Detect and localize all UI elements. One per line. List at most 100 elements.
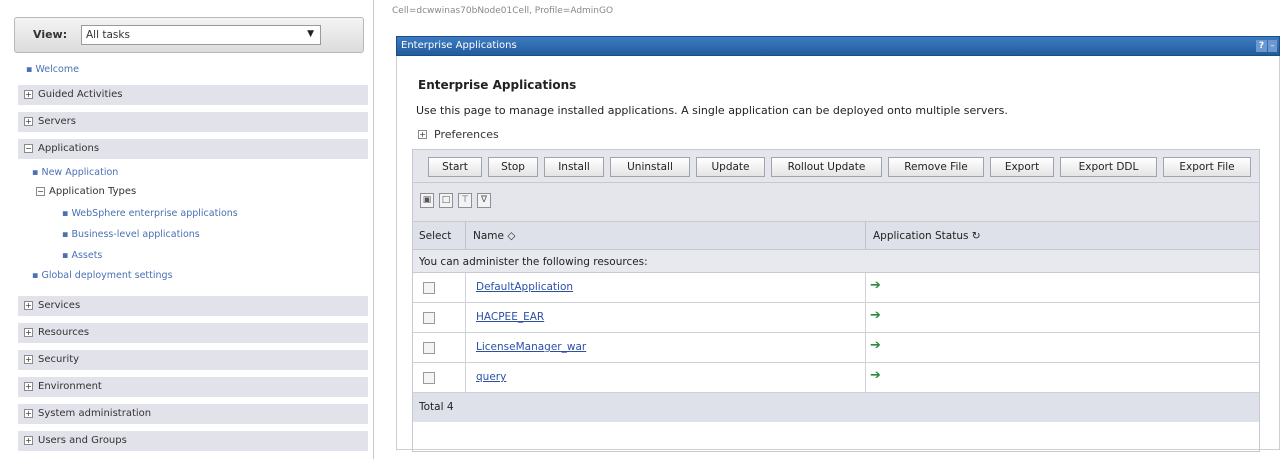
row-select-checkbox[interactable] (423, 372, 435, 384)
started-status-icon: ➔ (870, 368, 881, 383)
column-separator (465, 273, 466, 303)
nav-section-guided-activities[interactable]: + Guided Activities (18, 85, 368, 105)
nav-section-label: Resources (38, 327, 90, 338)
nav-link-welcome[interactable]: ▪ Welcome (26, 64, 79, 75)
page-title: Enterprise Applications (418, 78, 577, 92)
minimize-icon[interactable]: – (1268, 40, 1277, 52)
application-name-link[interactable]: LicenseManager_war (476, 341, 586, 353)
rollout-update-button[interactable]: Rollout Update (771, 157, 882, 177)
nav-link-welcome-label: Welcome (35, 64, 79, 75)
nav-link-global-deployment-settings[interactable]: ▪ Global deployment settings (32, 270, 173, 281)
column-separator (865, 222, 866, 250)
nav-section-system-administration[interactable]: + System administration (18, 404, 368, 424)
nav-link-label: WebSphere enterprise applications (71, 208, 238, 219)
expand-icon[interactable]: + (24, 436, 33, 445)
column-separator (465, 303, 466, 333)
nav-section-security[interactable]: + Security (18, 350, 368, 370)
expand-icon[interactable]: + (418, 130, 427, 139)
table-row: HACPEE_EAR ➔ (413, 303, 1259, 333)
expand-icon[interactable]: + (24, 301, 33, 310)
nav-section-servers[interactable]: + Servers (18, 112, 368, 132)
row-select-checkbox[interactable] (423, 312, 435, 324)
nav-section-environment[interactable]: + Environment (18, 377, 368, 397)
nav-section-label: Services (38, 300, 81, 311)
nav-link-business-level-applications[interactable]: ▪ Business-level applications (62, 229, 200, 240)
portlet-title: Enterprise Applications (401, 40, 517, 51)
table-info-row: You can administer the following resourc… (413, 250, 1259, 273)
view-filter-box: View: All tasks ▼ (14, 17, 364, 53)
nav-section-label: Guided Activities (38, 89, 123, 100)
export-file-button[interactable]: Export File (1163, 157, 1251, 177)
export-ddl-button[interactable]: Export DDL (1060, 157, 1157, 177)
column-separator (865, 303, 866, 333)
column-header-name[interactable]: Name ◇ (473, 230, 515, 242)
applications-table: Select Name ◇ Application Status ↻ You c… (412, 221, 1260, 452)
nav-section-label: Applications (38, 143, 100, 154)
stop-button[interactable]: Stop (488, 157, 538, 177)
view-select-value: All tasks (86, 29, 130, 41)
column-separator (465, 222, 466, 250)
nav-section-resources[interactable]: + Resources (18, 323, 368, 343)
export-button[interactable]: Export (990, 157, 1054, 177)
page-description: Use this page to manage installed applic… (416, 104, 1008, 117)
remove-file-button[interactable]: Remove File (888, 157, 984, 177)
table-row: DefaultApplication ➔ (413, 273, 1259, 303)
nav-section-label: System administration (38, 408, 152, 419)
row-select-checkbox[interactable] (423, 282, 435, 294)
application-name-link[interactable]: DefaultApplication (476, 281, 573, 293)
table-total: Total 4 (419, 401, 454, 413)
nav-section-services[interactable]: + Services (18, 296, 368, 316)
update-button[interactable]: Update (696, 157, 765, 177)
table-info-text: You can administer the following resourc… (419, 256, 648, 268)
view-select[interactable]: All tasks ▼ (81, 25, 321, 45)
column-separator (865, 273, 866, 303)
preferences-label: Preferences (434, 128, 499, 141)
nav-section-applications[interactable]: − Applications (18, 139, 368, 159)
nav-link-new-application[interactable]: ▪ New Application (32, 167, 118, 178)
help-icon[interactable]: ? (1256, 40, 1267, 52)
start-button[interactable]: Start (428, 157, 482, 177)
action-toolbar: Start Stop Install Uninstall Update Roll… (412, 149, 1260, 183)
nav-link-assets[interactable]: ▪ Assets (62, 250, 102, 261)
install-button[interactable]: Install (544, 157, 604, 177)
show-filter-icon[interactable]: ⊤ (458, 193, 472, 208)
portlet-title-bar: Enterprise Applications ? – (396, 36, 1280, 56)
column-separator (465, 363, 466, 393)
expand-icon[interactable]: + (24, 328, 33, 337)
table-row: LicenseManager_war ➔ (413, 333, 1259, 363)
nav-section-label: Users and Groups (38, 435, 127, 446)
column-separator (865, 363, 866, 393)
table-header-row: Select Name ◇ Application Status ↻ (413, 222, 1259, 250)
column-header-application-status[interactable]: Application Status ↻ (873, 230, 981, 242)
expand-icon[interactable]: + (24, 90, 33, 99)
nav-group-label: Application Types (49, 186, 137, 197)
collapse-icon[interactable]: − (24, 144, 33, 153)
clear-filter-icon[interactable]: ∇ (477, 193, 491, 208)
table-row: query ➔ (413, 363, 1259, 393)
expand-icon[interactable]: + (24, 409, 33, 418)
expand-icon[interactable]: + (24, 117, 33, 126)
started-status-icon: ➔ (870, 338, 881, 353)
column-separator (865, 333, 866, 363)
nav-link-label: Global deployment settings (41, 270, 173, 281)
view-label: View: (33, 28, 68, 41)
collapse-icon[interactable]: − (36, 187, 45, 196)
nav-section-users-and-groups[interactable]: + Users and Groups (18, 431, 368, 451)
row-select-checkbox[interactable] (423, 342, 435, 354)
application-name-link[interactable]: query (476, 371, 506, 383)
table-icon-bar: ▣ □ ⊤ ∇ (412, 183, 1260, 221)
navigation-panel: View: All tasks ▼ ▪ Welcome + Guided Act… (0, 0, 374, 459)
deselect-all-icon[interactable]: □ (439, 193, 453, 208)
application-name-link[interactable]: HACPEE_EAR (476, 311, 544, 323)
nav-link-label: New Application (41, 167, 119, 178)
expand-icon[interactable]: + (24, 355, 33, 364)
breadcrumb: Cell=dcwwinas70bNode01Cell, Profile=Admi… (392, 6, 614, 16)
select-all-icon[interactable]: ▣ (420, 193, 434, 208)
nav-link-websphere-enterprise-applications[interactable]: ▪ WebSphere enterprise applications (62, 208, 238, 219)
started-status-icon: ➔ (870, 278, 881, 293)
expand-icon[interactable]: + (24, 382, 33, 391)
column-header-select: Select (419, 230, 452, 242)
uninstall-button[interactable]: Uninstall (610, 157, 690, 177)
nav-link-label: Assets (71, 250, 103, 261)
column-separator (465, 333, 466, 363)
